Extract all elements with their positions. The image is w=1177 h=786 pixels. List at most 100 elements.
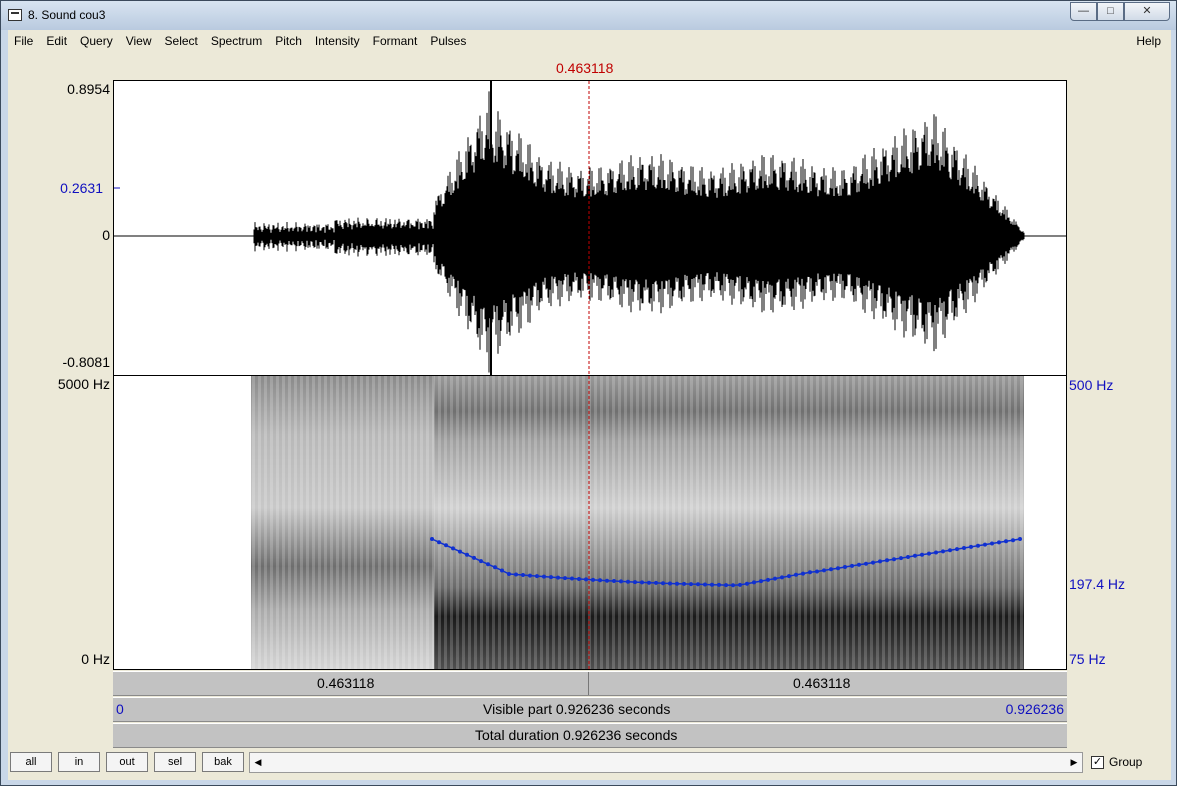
waveform-zero-label: 0 <box>102 227 110 243</box>
pitch-point <box>675 581 679 586</box>
menu-pulses[interactable]: Pulses <box>424 30 473 52</box>
pitch-point <box>927 551 931 556</box>
pitch-point <box>514 572 518 577</box>
spectrogram-plot <box>251 376 1024 669</box>
group-checkbox[interactable]: ✓ <box>1091 755 1104 769</box>
group-toggle[interactable]: ✓ Group <box>1091 755 1142 769</box>
pitch-point <box>444 543 448 548</box>
pitch-point <box>640 580 644 585</box>
visible-part-bar[interactable]: 0 Visible part 0.926236 seconds 0.926236 <box>113 697 1067 722</box>
menu-edit[interactable]: Edit <box>40 30 74 52</box>
cursor-divider <box>588 672 589 695</box>
spectrogram-freq-max-label: 5000 Hz <box>57 376 110 392</box>
pitch-point <box>493 565 497 570</box>
waveform-panel[interactable] <box>113 80 1067 376</box>
visible-part-text: Visible part 0.926236 seconds <box>483 701 671 717</box>
show-all-button[interactable]: all <box>10 752 52 772</box>
minimize-button[interactable]: — <box>1070 2 1097 21</box>
total-duration-bar[interactable]: Total duration 0.926236 seconds <box>113 723 1067 748</box>
pitch-point <box>1004 539 1008 544</box>
pitch-point <box>948 548 952 553</box>
pitch-point <box>815 569 819 574</box>
pitch-point <box>724 583 728 588</box>
pitch-point <box>871 560 875 565</box>
spectrogram-panel[interactable] <box>113 376 1067 670</box>
pitch-point <box>934 550 938 555</box>
pitch-min-label: 75 Hz <box>1069 651 1106 667</box>
pitch-point <box>521 573 525 577</box>
pitch-point <box>850 563 854 568</box>
pitch-point <box>696 582 700 587</box>
pitch-value-label: 197.4 Hz <box>1069 576 1126 592</box>
pitch-point <box>955 547 959 552</box>
pitch-point <box>913 553 917 558</box>
pitch-point <box>864 561 868 566</box>
pitch-point <box>857 562 861 567</box>
horizontal-scrollbar[interactable]: ◀ ▶ <box>249 752 1083 773</box>
pitch-point <box>633 580 637 585</box>
pitch-point <box>759 579 763 584</box>
pitch-point <box>626 579 630 584</box>
pitch-point <box>843 565 847 569</box>
pitch-point <box>878 559 882 564</box>
pitch-point <box>570 576 574 581</box>
pitch-point <box>836 566 840 571</box>
menu-bar: File Edit Query View Select Spectrum Pit… <box>8 30 1171 52</box>
pitch-point <box>738 582 742 587</box>
menu-spectrum[interactable]: Spectrum <box>205 30 269 52</box>
zoom-to-selection-button[interactable]: sel <box>154 752 196 772</box>
menu-select[interactable]: Select <box>159 30 205 52</box>
menu-pitch[interactable]: Pitch <box>269 30 309 52</box>
total-duration-text: Total duration 0.926236 seconds <box>475 727 678 743</box>
pitch-point <box>668 581 672 586</box>
editor-client-area: File Edit Query View Select Spectrum Pit… <box>8 30 1171 780</box>
pitch-point <box>717 582 721 587</box>
scroll-left-arrow-icon[interactable]: ◀ <box>250 753 266 772</box>
pitch-point <box>906 555 910 559</box>
pitch-point <box>1011 538 1015 543</box>
pitch-point <box>598 578 602 583</box>
menu-view[interactable]: View <box>120 30 159 52</box>
pitch-point <box>542 574 546 579</box>
scrollbar-thumb[interactable] <box>267 754 1065 771</box>
pitch-point <box>752 580 756 585</box>
pitch-point <box>773 576 777 581</box>
pitch-point <box>997 540 1001 545</box>
close-button[interactable]: ✕ <box>1124 2 1170 21</box>
cursor-time-label: 0.463118 <box>556 60 614 76</box>
pitch-point <box>507 572 511 576</box>
pitch-point <box>535 574 539 579</box>
menu-query[interactable]: Query <box>74 30 120 52</box>
menu-formant[interactable]: Formant <box>367 30 425 52</box>
zoom-back-button[interactable]: bak <box>202 752 244 772</box>
pitch-point <box>647 580 651 585</box>
waveform-cursor-value-label: 0.2631 <box>60 180 103 196</box>
pitch-point <box>703 582 707 587</box>
maximize-button[interactable]: □ <box>1097 2 1124 21</box>
pitch-point <box>983 542 987 547</box>
menu-file[interactable]: File <box>8 30 40 52</box>
pitch-point <box>430 537 434 541</box>
pitch-point <box>822 568 826 573</box>
scroll-right-arrow-icon[interactable]: ▶ <box>1066 753 1082 772</box>
group-label: Group <box>1109 755 1143 769</box>
pitch-point <box>500 568 504 573</box>
title-bar[interactable]: 8. Sound cou3 — □ ✕ <box>1 1 1176 30</box>
menu-intensity[interactable]: Intensity <box>309 30 367 52</box>
pitch-point <box>591 577 595 582</box>
pitch-point <box>479 559 483 564</box>
pitch-point <box>619 579 623 584</box>
pitch-point <box>808 570 812 575</box>
pitch-point <box>920 552 924 557</box>
menu-help[interactable]: Help <box>1136 30 1161 52</box>
pitch-point <box>563 576 567 581</box>
waveform-max-label: 0.8954 <box>67 81 110 97</box>
pitch-point <box>962 546 966 550</box>
pitch-point <box>829 567 833 572</box>
selection-time-bar[interactable]: 0.463118 0.463118 <box>113 671 1067 696</box>
pitch-point <box>458 549 462 554</box>
window-controls: — □ ✕ <box>1070 2 1170 21</box>
pitch-point <box>899 556 903 561</box>
zoom-out-button[interactable]: out <box>106 752 148 772</box>
zoom-in-button[interactable]: in <box>58 752 100 772</box>
